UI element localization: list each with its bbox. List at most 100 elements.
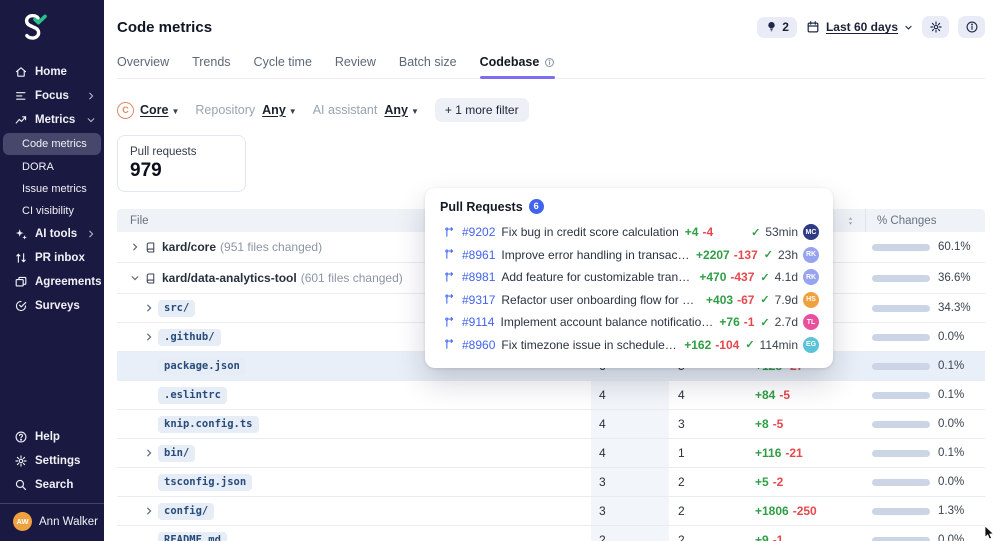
ai-assistant-filter[interactable]: Any <box>384 103 408 117</box>
sidebar-item-pr-inbox[interactable]: PR inbox <box>0 246 104 270</box>
insights-count: 2 <box>782 20 789 34</box>
pr-number-link[interactable]: #9202 <box>462 225 495 239</box>
user-menu[interactable]: AW Ann Walker <box>0 504 104 541</box>
percent-bar <box>872 479 930 486</box>
pr-deletions: -437 <box>730 270 754 284</box>
file-name-chip: tsconfig.json <box>158 474 252 491</box>
tab-overview[interactable]: Overview <box>117 53 169 78</box>
ai-assistant-filter-label: AI assistant <box>313 103 378 117</box>
more-filters-button[interactable]: + 1 more filter <box>435 98 529 122</box>
team-filter[interactable]: Core <box>140 103 168 117</box>
tab-batch-size[interactable]: Batch size <box>399 53 457 78</box>
table-row[interactable]: config/32+1806-2501.3% <box>117 497 985 526</box>
percent-changes-cell: 0.0% <box>865 468 985 496</box>
sidebar-item-label: AI tools <box>35 228 77 240</box>
repository-filter[interactable]: Any <box>262 103 286 117</box>
sidebar-item-dora[interactable]: DORA <box>0 156 104 178</box>
tab-info-icon[interactable] <box>544 57 555 68</box>
pr-number-link[interactable]: #8981 <box>462 270 495 284</box>
pr-number-link[interactable]: #9114 <box>462 315 494 329</box>
popup-pr-row[interactable]: #9202Fix bug in credit score calculation… <box>439 221 819 244</box>
additions: +8 <box>755 417 769 431</box>
sidebar-item-settings[interactable]: Settings <box>0 449 104 473</box>
table-row[interactable]: bin/41+116-210.1% <box>117 439 985 468</box>
percent-bar <box>872 421 930 428</box>
additions: +1806 <box>755 504 789 518</box>
sidebar-item-help[interactable]: Help <box>0 425 104 449</box>
popup-count-badge: 6 <box>529 199 544 214</box>
sidebar-item-agreements[interactable]: Agreements <box>0 270 104 294</box>
popup-pr-row[interactable]: #9114Implement account balance notificat… <box>439 311 819 334</box>
sidebar-item-focus[interactable]: Focus <box>0 84 104 108</box>
pr-number-link[interactable]: #8960 <box>462 338 495 352</box>
sidebar-item-label: Help <box>35 431 60 443</box>
date-range-selector[interactable]: Last 60 days <box>806 20 913 34</box>
pr-additions: +4 <box>685 225 699 239</box>
deletions: -250 <box>793 504 817 518</box>
sidebar-item-surveys[interactable]: Surveys <box>0 294 104 318</box>
sidebar-item-code-metrics[interactable]: Code metrics <box>3 133 101 155</box>
expand-chevron[interactable] <box>130 242 144 252</box>
date-range-label: Last 60 days <box>826 20 898 34</box>
table-row[interactable]: README.md22+9-10.0% <box>117 526 985 541</box>
deletions: -1 <box>773 533 784 541</box>
pr-additions: +162 <box>684 338 711 352</box>
info-button[interactable] <box>958 16 985 38</box>
tab-codebase[interactable]: Codebase <box>480 53 556 78</box>
table-row[interactable]: knip.config.ts43+8-50.0% <box>117 410 985 439</box>
home-icon <box>14 65 28 79</box>
popup-item-list: #9202Fix bug in credit score calculation… <box>439 221 819 356</box>
info-icon <box>965 20 979 34</box>
percent-changes-cell: 0.1% <box>865 439 985 467</box>
popup-pr-row[interactable]: #8960Fix timezone issue in scheduled pay… <box>439 334 819 357</box>
popup-pr-row[interactable]: #9317Refactor user onboarding flow for s… <box>439 289 819 312</box>
pr-author-avatar: RK <box>803 247 819 263</box>
tab-trends[interactable]: Trends <box>192 53 230 78</box>
file-cell: README.md <box>117 526 591 541</box>
percent-label: 34.3% <box>938 302 971 314</box>
percent-label: 0.1% <box>938 447 964 459</box>
file-cell: tsconfig.json <box>117 468 591 496</box>
sidebar-item-metrics[interactable]: Metrics <box>0 108 104 132</box>
deletions: -21 <box>785 446 802 460</box>
sidebar-item-issue-metrics[interactable]: Issue metrics <box>0 178 104 200</box>
sidebar-item-home[interactable]: Home <box>0 60 104 84</box>
sidebar-item-label: Agreements <box>35 276 101 288</box>
expand-chevron[interactable] <box>144 303 158 313</box>
pull-requests-metric-card[interactable]: Pull requests 979 <box>117 135 246 192</box>
authors-cell: 2 <box>669 504 755 518</box>
expand-chevron[interactable] <box>144 506 158 516</box>
percent-label: 0.0% <box>938 476 964 488</box>
pr-number-link[interactable]: #8961 <box>462 248 495 262</box>
pr-additions: +403 <box>706 293 733 307</box>
table-row[interactable]: .eslintrc44+84-50.1% <box>117 381 985 410</box>
chevron-down-icon: ▼ <box>171 107 179 116</box>
popup-pr-row[interactable]: #8981Add feature for customizable transa… <box>439 266 819 289</box>
pr-author-avatar: TL <box>803 314 819 330</box>
swarmia-logo[interactable] <box>18 12 104 44</box>
sidebar-item-ai-tools[interactable]: AI tools <box>0 222 104 246</box>
sidebar-item-label: Surveys <box>35 300 80 312</box>
sidebar-item-ci-visibility[interactable]: CI visibility <box>0 200 104 222</box>
settings-button[interactable] <box>922 16 949 38</box>
popup-pr-row[interactable]: #8961Improve error handling in transacti… <box>439 244 819 267</box>
tab-cycle-time[interactable]: Cycle time <box>254 53 312 78</box>
file-cell: config/ <box>117 497 591 525</box>
metrics-icon <box>14 113 28 127</box>
table-row[interactable]: tsconfig.json32+5-20.0% <box>117 468 985 497</box>
tab-review[interactable]: Review <box>335 53 376 78</box>
insights-button[interactable]: 2 <box>757 17 797 38</box>
expand-chevron[interactable] <box>130 273 144 283</box>
merged-check-icon: ✓ <box>760 316 769 329</box>
expand-chevron[interactable] <box>144 332 158 342</box>
expand-chevron[interactable] <box>144 448 158 458</box>
surveys-icon <box>14 299 28 313</box>
pr-number-link[interactable]: #9317 <box>462 293 495 307</box>
pull-request-icon <box>444 226 456 239</box>
percent-label: 60.1% <box>938 241 971 253</box>
sort-icon[interactable] <box>845 215 856 227</box>
lightbulb-icon <box>765 20 778 34</box>
tab-label: Codebase <box>480 55 540 69</box>
sidebar-item-search[interactable]: Search <box>0 473 104 497</box>
percent-changes-column-header[interactable]: % Changes <box>865 209 985 232</box>
